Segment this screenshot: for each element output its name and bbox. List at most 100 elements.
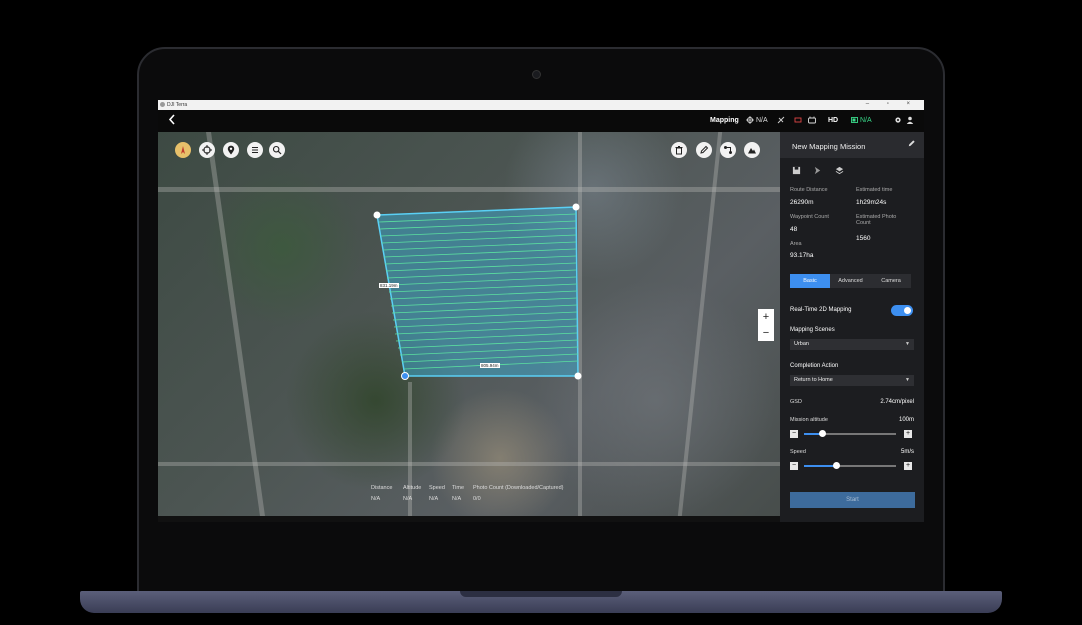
- route-distance-label: Route Distance: [790, 187, 828, 193]
- back-button[interactable]: [168, 114, 176, 127]
- gps-status: N/A: [756, 117, 768, 124]
- tab-camera[interactable]: Camera: [871, 274, 911, 288]
- area-value: 93.17ha: [790, 252, 814, 259]
- terrain-icon: [748, 148, 756, 154]
- gear-icon[interactable]: [894, 116, 902, 124]
- route-button[interactable]: [720, 142, 736, 158]
- panel-header: New Mapping Mission: [780, 132, 924, 158]
- pencil-icon: [908, 140, 915, 147]
- speed-slider-fill: [804, 465, 837, 467]
- search-button[interactable]: [269, 142, 285, 158]
- speed-label: Speed: [790, 449, 806, 455]
- list-button[interactable]: [247, 142, 263, 158]
- mapping-scenes-select[interactable]: Urban ▼: [790, 339, 914, 350]
- satellite-map[interactable]: 831.19m 805.94m + − Distance Altitude Sp…: [158, 132, 780, 516]
- webcam: [532, 70, 541, 79]
- speed-slider-thumb[interactable]: [832, 462, 840, 469]
- caret-down-icon: ▼: [905, 341, 910, 347]
- speed-decrease-button[interactable]: −: [790, 462, 798, 470]
- completion-action-label: Completion Action: [790, 363, 839, 369]
- target-button[interactable]: [199, 142, 215, 158]
- save-icon: [792, 166, 801, 175]
- realtime-mapping-toggle[interactable]: [891, 305, 913, 316]
- stat-value-time: N/A: [452, 496, 462, 502]
- location-button[interactable]: [223, 142, 239, 158]
- edit-map-button[interactable]: [696, 142, 712, 158]
- battery-status: N/A: [860, 117, 872, 124]
- list-icon: [252, 146, 258, 154]
- window-controls[interactable]: – ▫ ×: [866, 101, 918, 107]
- stat-header-distance: Distance: [371, 485, 393, 491]
- settings-tabs: Basic Advanced Camera: [790, 274, 911, 288]
- stat-header-speed: Speed: [429, 485, 445, 491]
- location-pin-icon: [227, 145, 235, 155]
- route-icon: [724, 146, 732, 154]
- mapping-scenes-value: Urban: [794, 341, 809, 347]
- speed-slider[interactable]: [804, 462, 896, 469]
- layers-button[interactable]: [835, 166, 844, 177]
- altitude-slider-thumb[interactable]: [818, 430, 826, 437]
- stat-header-time: Time: [452, 485, 465, 491]
- zoom-control: + −: [758, 309, 774, 341]
- battery-icon: [851, 117, 858, 123]
- mission-panel: New Mapping Mission Route Distance 26290…: [780, 132, 924, 522]
- altitude-slider[interactable]: [804, 430, 896, 437]
- waypoint-count-label: Waypoint Count: [790, 214, 829, 220]
- stat-value-speed: N/A: [429, 496, 439, 502]
- stat-value-distance: N/A: [371, 496, 381, 502]
- compass-button[interactable]: [175, 142, 191, 158]
- tab-advanced[interactable]: Advanced: [830, 274, 871, 288]
- stat-header-altitude: Altitude: [403, 485, 422, 491]
- compass-icon: [181, 146, 185, 154]
- window-titlebar: DJI Terra – ▫ ×: [158, 100, 924, 110]
- top-bar: Mapping N/A HD N/A: [158, 110, 924, 132]
- estimated-photo-label: Estimated Photo Count: [856, 214, 897, 226]
- survey-area-overlay[interactable]: [158, 132, 780, 516]
- target-icon: [202, 145, 212, 155]
- tab-basic[interactable]: Basic: [790, 274, 830, 288]
- completion-action-select[interactable]: Return to Home ▼: [790, 375, 914, 386]
- laptop-notch: [460, 591, 622, 597]
- edit-icon: [700, 145, 709, 154]
- zoom-out-button[interactable]: −: [758, 325, 774, 341]
- caret-down-icon: ▼: [905, 377, 910, 383]
- stat-value-photo-count: 0/0: [473, 496, 481, 502]
- vertex-handle[interactable]: [574, 372, 582, 380]
- hd-label: HD: [828, 117, 839, 124]
- altitude-decrease-button[interactable]: −: [790, 430, 798, 438]
- zoom-in-button[interactable]: +: [758, 309, 774, 325]
- estimated-photo-value: 1560: [856, 235, 871, 242]
- speed-value: 5m/s: [900, 449, 914, 455]
- start-point-handle[interactable]: [401, 372, 409, 380]
- mission-altitude-value: 100m: [898, 417, 914, 423]
- waypoint-count-value: 48: [790, 226, 798, 233]
- gps-icon: [746, 116, 754, 124]
- estimated-time-value: 1h29m24s: [856, 199, 887, 206]
- terrain-button[interactable]: [744, 142, 760, 158]
- delete-button[interactable]: [671, 142, 687, 158]
- altitude-increase-button[interactable]: +: [904, 430, 912, 438]
- vertex-handle[interactable]: [373, 211, 381, 219]
- rename-button[interactable]: [907, 139, 916, 150]
- completion-action-value: Return to Home: [794, 377, 833, 383]
- user-icon[interactable]: [906, 116, 914, 124]
- aircraft-signal-icon: [777, 116, 785, 124]
- send-icon: [814, 166, 821, 175]
- mode-label: Mapping: [710, 117, 739, 124]
- gsd-label: GSD: [790, 399, 802, 405]
- start-button[interactable]: Start: [790, 492, 915, 508]
- rc-signal-icon: [794, 117, 802, 123]
- route-distance-value: 26290m: [790, 199, 814, 206]
- realtime-mapping-label: Real-Time 2D Mapping: [790, 307, 852, 313]
- remote-controller-icon: [808, 116, 816, 124]
- speed-increase-button[interactable]: +: [904, 462, 912, 470]
- send-button[interactable]: [813, 166, 822, 177]
- edge-length-label: 831.19m: [379, 283, 399, 288]
- app-logo-icon: [160, 102, 165, 107]
- trash-icon: [675, 146, 683, 155]
- vertex-handle[interactable]: [572, 203, 580, 211]
- search-icon: [272, 145, 282, 155]
- area-label: Area: [790, 241, 802, 247]
- edge-length-label: 805.94m: [480, 363, 500, 368]
- save-button[interactable]: [792, 166, 801, 177]
